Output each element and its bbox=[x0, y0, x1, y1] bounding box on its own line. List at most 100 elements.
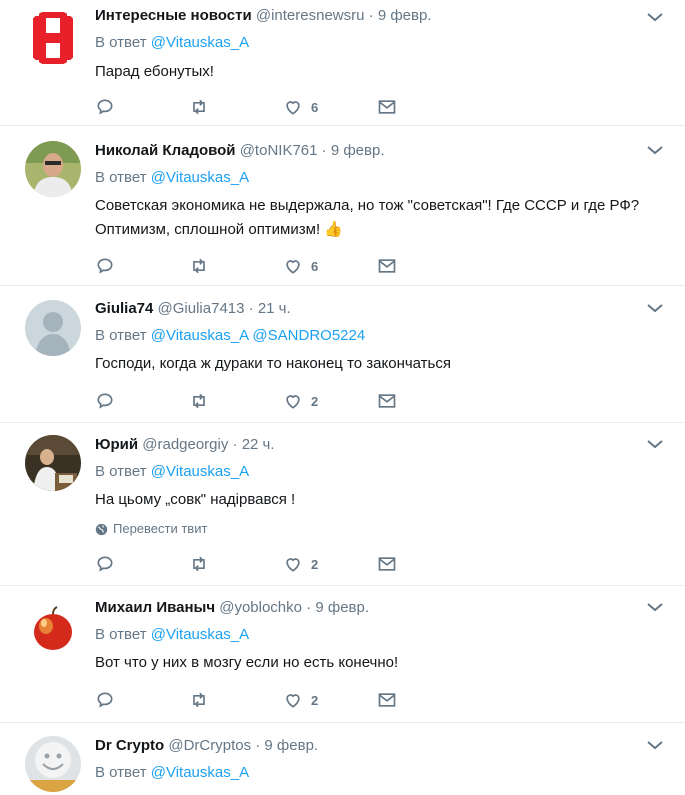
timestamp[interactable]: 9 февр. bbox=[331, 142, 385, 159]
action-bar: 2 bbox=[95, 553, 415, 575]
retweet-button[interactable] bbox=[189, 96, 209, 118]
like-button[interactable]: 2 bbox=[283, 689, 318, 711]
like-count: 2 bbox=[311, 393, 319, 409]
reply-button[interactable] bbox=[95, 553, 115, 575]
mention-link[interactable]: @Vitauskas_A bbox=[151, 34, 249, 51]
message-button[interactable] bbox=[377, 255, 397, 277]
envelope-icon bbox=[378, 693, 396, 707]
user-handle[interactable]: @radgeorgiy bbox=[142, 436, 228, 453]
envelope-icon bbox=[378, 259, 396, 273]
user-handle[interactable]: @toNIK761 bbox=[240, 142, 318, 159]
timestamp[interactable]: 22 ч. bbox=[242, 436, 275, 453]
display-name[interactable]: Николай Кладовой bbox=[95, 142, 236, 159]
tweet[interactable]: Dr Crypto @DrCryptos · 9 февр. В ответ @… bbox=[0, 724, 685, 795]
user-handle[interactable]: @interesnewsru bbox=[256, 7, 365, 24]
retweet-button[interactable] bbox=[189, 553, 209, 575]
tweet[interactable]: Николай Кладовой @toNIK761 · 9 февр. В о… bbox=[0, 127, 685, 286]
retweet-button[interactable] bbox=[189, 390, 209, 412]
translate-label: Перевести твит bbox=[113, 521, 208, 536]
tweet-text: Господи, когда ж дураки то наконец то за… bbox=[95, 355, 451, 372]
tweet-header: Михаил Иваныч @yoblochko · 9 февр. bbox=[95, 599, 370, 616]
retweet-button[interactable] bbox=[189, 255, 209, 277]
reply-icon bbox=[97, 258, 113, 274]
avatar[interactable] bbox=[25, 141, 81, 197]
like-button[interactable]: 6 bbox=[283, 96, 318, 118]
reply-button[interactable] bbox=[95, 96, 115, 118]
timestamp[interactable]: 21 ч. bbox=[258, 300, 291, 317]
like-count: 2 bbox=[311, 556, 319, 572]
avatar[interactable] bbox=[25, 10, 81, 66]
like-count: 6 bbox=[311, 258, 319, 274]
tweet-header: Николай Кладовой @toNIK761 · 9 февр. bbox=[95, 142, 385, 159]
tweet[interactable]: Юрий @radgeorgiy · 22 ч. В ответ @Vitaus… bbox=[0, 424, 685, 586]
like-button[interactable]: 2 bbox=[283, 390, 318, 412]
chevron-down-icon[interactable] bbox=[645, 738, 665, 752]
action-bar: 6 bbox=[95, 255, 415, 277]
timestamp[interactable]: 9 февр. bbox=[378, 7, 432, 24]
avatar[interactable] bbox=[25, 736, 81, 792]
display-name[interactable]: Михаил Иваныч bbox=[95, 599, 215, 616]
user-handle[interactable]: @DrCryptos bbox=[168, 737, 251, 754]
tweet[interactable]: Giulia74 @Giulia7413 · 21 ч. В ответ @Vi… bbox=[0, 287, 685, 423]
chevron-down-icon[interactable] bbox=[645, 143, 665, 157]
avatar[interactable] bbox=[25, 600, 81, 656]
mention-link[interactable]: @Vitauskas_A bbox=[151, 463, 249, 480]
retweet-icon bbox=[193, 556, 205, 572]
tweet-header: Dr Crypto @DrCryptos · 9 февр. bbox=[95, 737, 319, 754]
retweet-icon bbox=[193, 258, 205, 274]
reply-button[interactable] bbox=[95, 689, 115, 711]
heart-icon bbox=[286, 101, 300, 115]
tweet[interactable]: Михаил Иваныч @yoblochko · 9 февр. В отв… bbox=[0, 587, 685, 723]
mention-link[interactable]: @Vitauskas_A bbox=[151, 764, 249, 781]
heart-icon bbox=[286, 558, 300, 572]
message-button[interactable] bbox=[377, 553, 397, 575]
chevron-down-icon[interactable] bbox=[645, 301, 665, 315]
reply-context: В ответ @Vitauskas_A bbox=[95, 763, 249, 783]
chevron-down-icon[interactable] bbox=[645, 10, 665, 24]
display-name[interactable]: Юрий bbox=[95, 436, 138, 453]
display-name[interactable]: Интересные новости bbox=[95, 7, 252, 24]
reply-prefix: В ответ bbox=[95, 463, 147, 480]
like-button[interactable]: 2 bbox=[283, 553, 318, 575]
user-handle[interactable]: @Giulia7413 bbox=[158, 300, 245, 317]
mention-link[interactable]: @Vitauskas_A bbox=[151, 626, 249, 643]
reply-icon bbox=[97, 692, 113, 708]
reply-button[interactable] bbox=[95, 255, 115, 277]
thumbs-up-emoji: 👍 bbox=[324, 221, 343, 238]
reply-prefix: В ответ bbox=[95, 169, 147, 186]
timestamp[interactable]: 9 февр. bbox=[264, 737, 318, 754]
translate-link[interactable]: Перевести твит bbox=[95, 520, 207, 538]
tweet-text: Советская экономика не выдержала, но тож… bbox=[95, 197, 640, 238]
reply-button[interactable] bbox=[95, 390, 115, 412]
tweet[interactable]: Интересные новости @interesnewsru · 9 фе… bbox=[0, 0, 685, 126]
avatar[interactable] bbox=[25, 300, 81, 356]
reply-prefix: В ответ bbox=[95, 764, 147, 781]
mention-link[interactable]: @Vitauskas_A bbox=[151, 169, 249, 186]
tweet-text: На цьому „совк" надірвався ! bbox=[95, 491, 296, 508]
like-button[interactable]: 6 bbox=[283, 255, 318, 277]
timestamp[interactable]: 9 февр. bbox=[315, 599, 369, 616]
display-name[interactable]: Dr Crypto bbox=[95, 737, 164, 754]
reply-prefix: В ответ bbox=[95, 34, 147, 51]
action-bar: 6 bbox=[95, 96, 415, 118]
tweet-text: Парад ебонутых! bbox=[95, 63, 214, 80]
heart-icon bbox=[286, 260, 300, 274]
tweet-header: Юрий @radgeorgiy · 22 ч. bbox=[95, 436, 275, 453]
chevron-down-icon[interactable] bbox=[645, 437, 665, 451]
chevron-down-icon[interactable] bbox=[645, 600, 665, 614]
retweet-icon bbox=[193, 393, 205, 409]
reply-context: В ответ @Vitauskas_A bbox=[95, 168, 249, 188]
mention-link[interactable]: @Vitauskas_A @SANDRO5224 bbox=[151, 327, 365, 344]
display-name[interactable]: Giulia74 bbox=[95, 300, 153, 317]
message-button[interactable] bbox=[377, 390, 397, 412]
message-button[interactable] bbox=[377, 689, 397, 711]
reply-icon bbox=[97, 99, 113, 115]
reply-icon bbox=[97, 393, 113, 409]
message-button[interactable] bbox=[377, 96, 397, 118]
retweet-button[interactable] bbox=[189, 689, 209, 711]
reply-prefix: В ответ bbox=[95, 327, 147, 344]
avatar[interactable] bbox=[25, 435, 81, 491]
reply-context: В ответ @Vitauskas_A bbox=[95, 462, 249, 482]
reply-prefix: В ответ bbox=[95, 626, 147, 643]
user-handle[interactable]: @yoblochko bbox=[219, 599, 302, 616]
